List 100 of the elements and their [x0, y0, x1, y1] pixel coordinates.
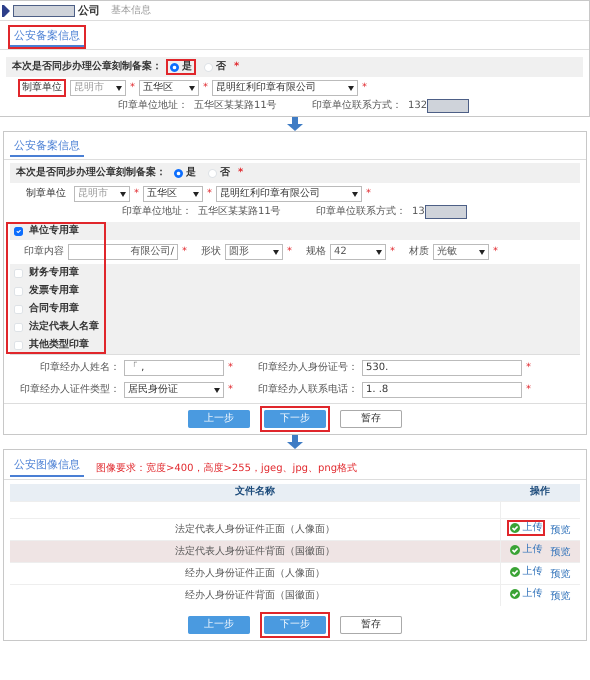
- save-draft-button[interactable]: 暂存: [340, 616, 402, 634]
- down-arrow-icon: [287, 117, 303, 132]
- required-mark: *: [182, 246, 187, 258]
- tab[interactable]: 公安图像信息: [10, 456, 84, 477]
- dropdown[interactable]: 42: [330, 244, 386, 260]
- breadcrumb-text: 基本信息: [111, 4, 151, 16]
- down-arrow-icon: [287, 435, 303, 450]
- checkbox[interactable]: [14, 226, 23, 236]
- preview-link[interactable]: 预览: [549, 569, 572, 582]
- step-button[interactable]: 上一步: [188, 616, 250, 634]
- caret-icon: [348, 86, 354, 91]
- required-mark: *: [362, 82, 367, 94]
- dropdown[interactable]: 昆明红利印章有限公司: [216, 186, 362, 202]
- table-cell: 法定代表人身份证件背面（国徽面）: [10, 540, 500, 563]
- tab[interactable]: 公安备案信息: [10, 27, 84, 48]
- required-mark: *: [207, 188, 212, 200]
- required-mark: *: [493, 246, 498, 258]
- field-label: 印章经办人身份证号：: [257, 362, 358, 374]
- field-value: 13: [412, 206, 425, 218]
- field-label: 印章单位地址：: [122, 206, 192, 218]
- upload-link[interactable]: 上传: [509, 544, 544, 556]
- option-label: 是: [186, 167, 196, 180]
- checkbox-label: 其他类型印章: [29, 339, 89, 352]
- check-circle-icon: [510, 523, 520, 534]
- caret-icon: [193, 192, 199, 197]
- preview-link[interactable]: 预览: [549, 547, 572, 560]
- field-label: 印章经办人联系电话：: [257, 384, 358, 396]
- table-cell: 经办人身份证件背面（国徽面）: [10, 584, 500, 606]
- preview-link[interactable]: 预览: [549, 525, 572, 538]
- tab[interactable]: 公安备案信息: [10, 137, 84, 158]
- required-mark: *: [390, 246, 395, 258]
- step-button[interactable]: 下一步: [264, 410, 326, 428]
- check-circle-icon: [510, 545, 520, 556]
- required-mark: *: [228, 384, 234, 396]
- required-mark: *: [234, 61, 240, 74]
- required-mark: *: [130, 82, 135, 94]
- field-label: 印章单位地址：: [118, 100, 188, 112]
- field-label: 印章经办人证件类型：: [19, 384, 120, 396]
- dropdown[interactable]: 居民身份证: [124, 382, 224, 398]
- field-label: 印章经办人姓名：: [39, 362, 120, 374]
- image-requirement-note: 图像要求：宽度>400，高度>255，jgeg、jpg、png格式: [96, 462, 358, 476]
- radio-button[interactable]: [170, 62, 179, 72]
- checkbox-label: 发票专用章: [29, 285, 79, 298]
- required-mark: *: [203, 82, 208, 94]
- field-value: 五华区某某路11号: [194, 100, 278, 112]
- dropdown[interactable]: 五华区: [143, 186, 203, 202]
- input-field[interactable]: 「 ,: [124, 360, 224, 376]
- preview-link[interactable]: 预览: [549, 591, 572, 604]
- input-field[interactable]: 有限公司/: [68, 244, 178, 260]
- checkbox-label: 财务专用章: [29, 267, 79, 280]
- dropdown[interactable]: 圆形: [225, 244, 283, 260]
- required-mark: *: [366, 188, 371, 200]
- column-header: 文件名称: [10, 484, 500, 502]
- save-draft-button[interactable]: 暂存: [340, 410, 402, 428]
- check-circle-icon: [510, 567, 520, 578]
- field-value: 五华区某某路11号: [198, 206, 282, 218]
- required-mark: *: [287, 246, 292, 258]
- step-button[interactable]: 下一步: [264, 616, 326, 634]
- field-label: 印章单位联系方式：: [312, 100, 402, 112]
- step-button[interactable]: 上一步: [188, 410, 250, 428]
- table-cell: 经办人身份证件正面（人像面）: [10, 562, 500, 585]
- check-circle-icon: [510, 589, 520, 600]
- caret-icon: [352, 192, 358, 197]
- dropdown[interactable]: 昆明红利印章有限公司: [212, 80, 358, 96]
- option-label: 否: [216, 61, 226, 74]
- caret-icon: [120, 192, 126, 197]
- caret-icon: [116, 86, 122, 91]
- caret-icon: [479, 250, 485, 255]
- field-label: 印章内容: [24, 246, 64, 258]
- question-label: 本次是否同步办理公章刻制备案：: [12, 61, 162, 74]
- option-label: 否: [220, 167, 230, 180]
- dropdown[interactable]: 光敏: [433, 244, 489, 260]
- field-label: 规格: [306, 246, 326, 258]
- checkbox-label: 合同专用章: [29, 303, 79, 316]
- caret-icon: [189, 86, 195, 91]
- field-label: 材质: [409, 246, 429, 258]
- required-mark: *: [134, 188, 139, 200]
- input-field[interactable]: 530.: [362, 360, 522, 376]
- input-field[interactable]: 1. .8: [362, 382, 522, 398]
- field-label: 制章单位: [25, 187, 67, 202]
- radio-button[interactable]: [174, 168, 183, 178]
- company-name: 公司: [78, 4, 100, 18]
- caret-icon: [376, 250, 382, 255]
- caret-icon: [214, 388, 220, 393]
- upload-link[interactable]: 上传: [509, 588, 544, 600]
- required-mark: *: [526, 384, 532, 396]
- field-label: 印章单位联系方式：: [316, 206, 406, 218]
- column-header: 操作: [500, 484, 580, 502]
- field-label: 形状: [201, 246, 221, 258]
- upload-link[interactable]: 上传: [509, 566, 544, 578]
- required-mark: *: [228, 362, 234, 374]
- checkbox-label: 法定代表人名章: [29, 321, 99, 334]
- bullet-icon: [2, 4, 10, 16]
- field-value: 132: [408, 100, 428, 112]
- option-label: 是: [182, 61, 192, 74]
- checkbox-label: 单位专用章: [29, 225, 79, 238]
- dropdown[interactable]: 五华区: [139, 80, 199, 96]
- upload-link[interactable]: 上传: [509, 522, 544, 534]
- question-label: 本次是否同步办理公章刻制备案：: [16, 167, 166, 180]
- caret-icon: [273, 250, 279, 255]
